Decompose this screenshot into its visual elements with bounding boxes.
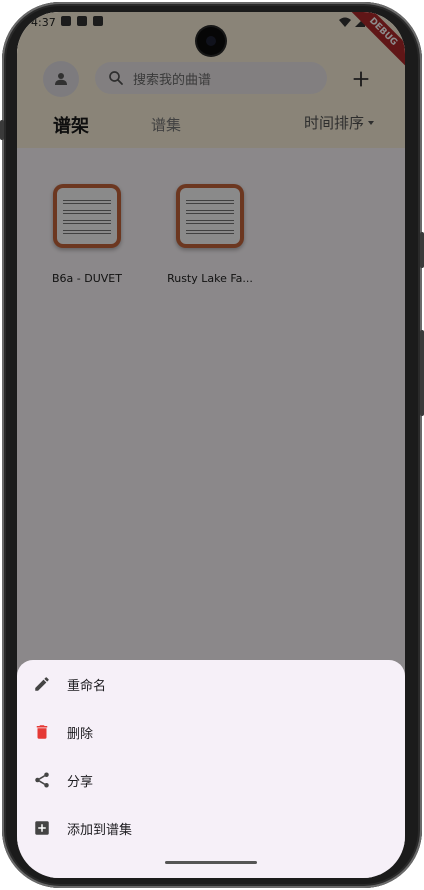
add-box-icon bbox=[35, 821, 49, 835]
trash-icon bbox=[36, 725, 48, 739]
rename-option[interactable]: 重命名 bbox=[17, 660, 405, 708]
share-label: 分享 bbox=[67, 774, 94, 790]
screen: 4:37 DEBUG 搜索我的曲谱 谱架 谱集 时间排序 B6a - DUVET… bbox=[17, 12, 405, 878]
bottom-sheet: 重命名 删除 分享 添加到谱集 bbox=[17, 660, 405, 878]
left-button bbox=[0, 120, 4, 140]
add-to-collection-label: 添加到谱集 bbox=[67, 822, 133, 838]
share-option[interactable]: 分享 bbox=[17, 756, 405, 804]
pencil-icon bbox=[35, 677, 49, 691]
volume-button bbox=[420, 330, 424, 416]
home-indicator[interactable] bbox=[165, 861, 257, 864]
delete-option[interactable]: 删除 bbox=[17, 708, 405, 756]
share-icon bbox=[35, 772, 49, 788]
power-button bbox=[420, 232, 424, 268]
add-to-collection-option[interactable]: 添加到谱集 bbox=[17, 804, 405, 852]
delete-label: 删除 bbox=[67, 726, 94, 742]
rename-label: 重命名 bbox=[67, 678, 107, 694]
